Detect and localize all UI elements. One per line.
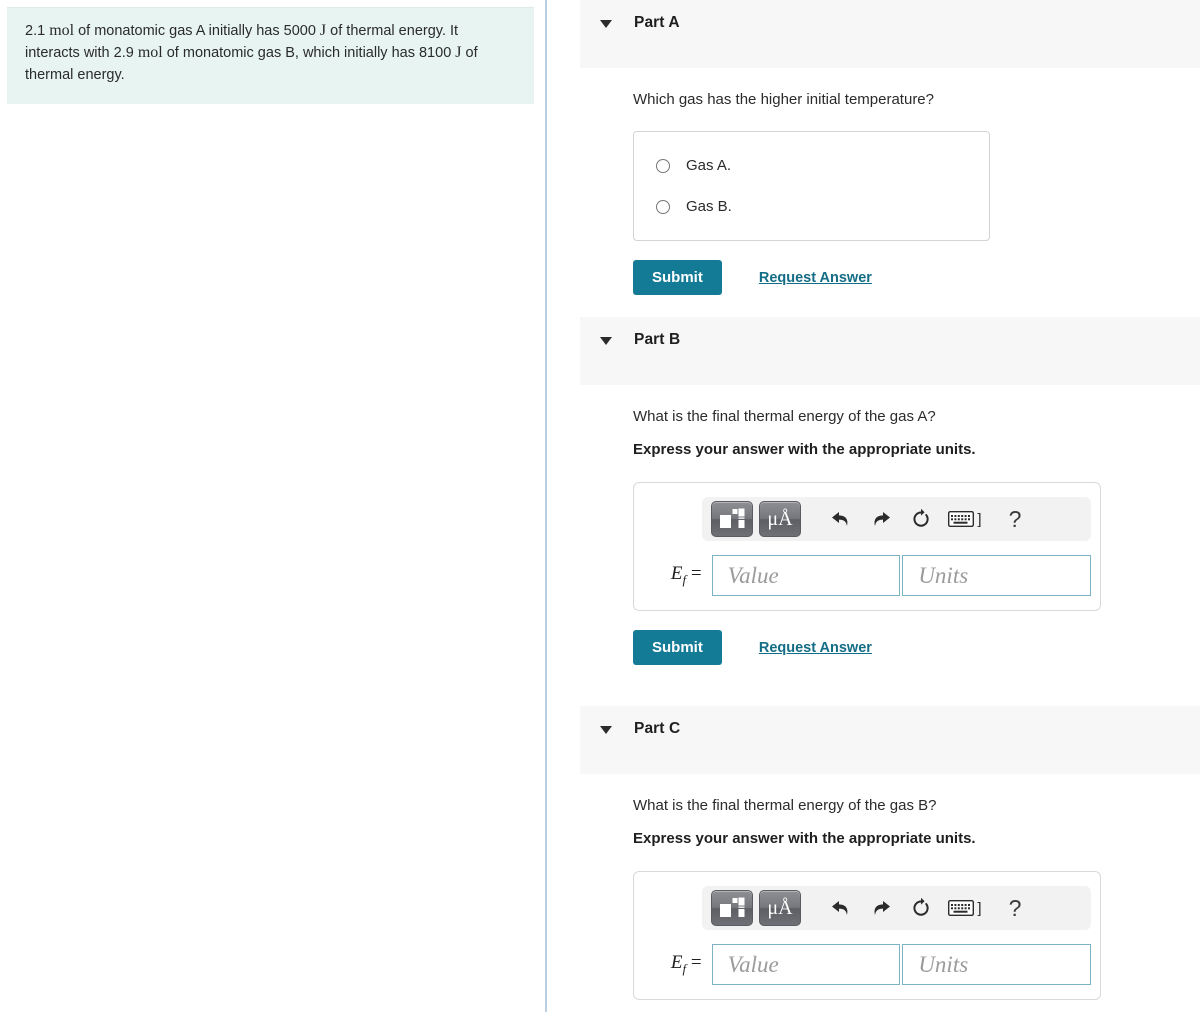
part-b-value-input[interactable]: Value xyxy=(711,555,901,596)
part-a-choice-group: Gas A. Gas B. xyxy=(633,131,990,241)
part-b-label-equals: = xyxy=(690,563,702,585)
part-a-question: Which gas has the higher initial tempera… xyxy=(633,91,934,108)
part-c-instruction: Express your answer with the appropriate… xyxy=(633,830,976,847)
part-c-units-placeholder: Units xyxy=(918,951,969,977)
part-c-answer-input-row: Ef = Value Units xyxy=(634,944,1100,985)
template-icon[interactable] xyxy=(711,890,753,926)
part-b-value-placeholder: Value xyxy=(727,562,779,588)
part-b-answer-input-row: Ef = Value Units xyxy=(634,555,1100,596)
part-b-request-answer-link[interactable]: Request Answer xyxy=(759,640,872,656)
part-a-submit-button[interactable]: Submit xyxy=(633,260,722,295)
part-a-title: Part A xyxy=(634,14,680,31)
keyboard-icon[interactable]: ] xyxy=(941,890,989,926)
redo-icon[interactable] xyxy=(861,890,901,926)
choice-row-gas-b[interactable]: Gas B. xyxy=(656,191,989,222)
part-c-body: What is the final thermal energy of the … xyxy=(547,774,1200,1000)
part-c-answer-toolbar: μÅ] ? xyxy=(702,886,1091,930)
part-b-answer-toolbar: μÅ] ? xyxy=(702,497,1091,541)
part-c-section: Part C What is the final thermal energy … xyxy=(547,706,1200,1000)
part-c-header[interactable]: Part C xyxy=(580,706,1200,774)
caret-down-icon[interactable] xyxy=(600,337,612,345)
redo-icon[interactable] xyxy=(861,501,901,537)
problem-text-part-1: 2.1 xyxy=(25,23,50,39)
part-b-header[interactable]: Part B xyxy=(580,317,1200,385)
part-c-answer-widget: μÅ] ? Ef = Value Units xyxy=(633,871,1101,1000)
caret-down-icon[interactable] xyxy=(600,726,612,734)
reset-icon[interactable] xyxy=(901,501,941,537)
part-b-label-base: E xyxy=(670,563,683,585)
part-c-label-sub: f xyxy=(682,960,687,976)
page-root: 2.1 mol of monatomic gas A initially has… xyxy=(0,0,1200,1012)
problem-statement: 2.1 mol of monatomic gas A initially has… xyxy=(7,7,534,104)
units-mu-angstrom-label: μÅ xyxy=(767,897,793,919)
parts-panel: Part A Which gas has the higher initial … xyxy=(547,0,1200,1012)
part-a-body: Which gas has the higher initial tempera… xyxy=(547,68,1200,295)
units-mu-angstrom-icon[interactable]: μÅ xyxy=(759,890,801,926)
part-b-answer-widget: μÅ] ? Ef = Value Units xyxy=(633,482,1101,611)
choice-row-gas-a[interactable]: Gas A. xyxy=(656,150,989,181)
part-b-title: Part B xyxy=(634,331,681,348)
keyboard-bracket-label: ] xyxy=(977,510,982,528)
part-c-question: What is the final thermal energy of the … xyxy=(633,797,937,814)
part-b-units-placeholder: Units xyxy=(918,562,969,588)
radio-gas-a[interactable] xyxy=(656,158,670,173)
part-b-actions: Submit Request Answer xyxy=(633,630,1180,665)
caret-down-icon[interactable] xyxy=(600,20,612,28)
part-c-label-equals: = xyxy=(690,952,702,974)
part-b-question: What is the final thermal energy of the … xyxy=(633,408,936,425)
part-a-actions: Submit Request Answer xyxy=(633,260,1180,295)
template-icon[interactable] xyxy=(711,501,753,537)
part-b-section: Part B What is the final thermal energy … xyxy=(547,317,1200,665)
part-c-title: Part C xyxy=(634,720,681,737)
part-c-units-input[interactable]: Units xyxy=(902,944,1091,985)
part-b-units-input[interactable]: Units xyxy=(902,555,1091,596)
part-a-header[interactable]: Part A xyxy=(580,0,1200,68)
part-c-value-input[interactable]: Value xyxy=(711,944,901,985)
part-a-section: Part A Which gas has the higher initial … xyxy=(547,0,1200,295)
undo-icon[interactable] xyxy=(821,890,861,926)
problem-text-part-4: of monatomic gas B, which initially has … xyxy=(162,45,456,61)
choice-label-gas-b: Gas B. xyxy=(686,198,732,215)
part-b-instruction: Express your answer with the appropriate… xyxy=(633,441,976,458)
part-c-answer-label: Ef = xyxy=(652,952,702,977)
part-c-value-placeholder: Value xyxy=(727,951,779,977)
part-b-answer-label: Ef = xyxy=(652,563,702,588)
reset-icon[interactable] xyxy=(901,890,941,926)
problem-text-part-2: of monatomic gas A initially has 5000 xyxy=(74,23,320,39)
units-mu-angstrom-icon[interactable]: μÅ xyxy=(759,501,801,537)
units-mu-angstrom-label: μÅ xyxy=(767,508,793,530)
keyboard-icon[interactable]: ] xyxy=(941,501,989,537)
help-icon[interactable]: ? xyxy=(995,501,1035,537)
unit-mol-1: mol xyxy=(49,22,75,39)
part-b-label-sub: f xyxy=(682,571,687,587)
undo-icon[interactable] xyxy=(821,501,861,537)
keyboard-bracket-label: ] xyxy=(977,899,982,917)
choice-label-gas-a: Gas A. xyxy=(686,157,732,174)
unit-mol-2: mol xyxy=(137,44,163,61)
part-b-submit-button[interactable]: Submit xyxy=(633,630,722,665)
part-b-body: What is the final thermal energy of the … xyxy=(547,385,1200,665)
part-c-label-base: E xyxy=(670,952,683,974)
radio-gas-b[interactable] xyxy=(656,199,670,214)
problem-panel: 2.1 mol of monatomic gas A initially has… xyxy=(0,0,546,1012)
help-icon[interactable]: ? xyxy=(995,890,1035,926)
part-a-request-answer-link[interactable]: Request Answer xyxy=(759,270,872,286)
